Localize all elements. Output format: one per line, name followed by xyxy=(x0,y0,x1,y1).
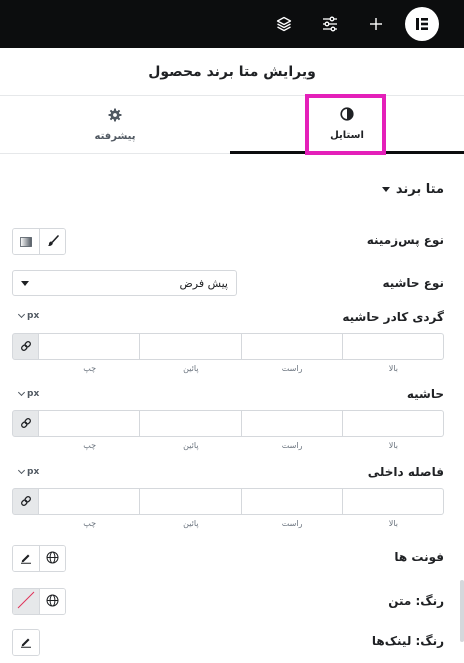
pencil-icon xyxy=(20,633,32,652)
edit-link-color-button[interactable] xyxy=(13,630,39,655)
margin-dim-labels: چپ پائین راست بالا xyxy=(39,441,444,450)
dim-label-right: راست xyxy=(281,519,303,528)
chevron-down-icon xyxy=(17,466,26,475)
link-values-button[interactable] xyxy=(12,333,39,360)
chevron-down-icon xyxy=(17,388,26,397)
half-circle-icon xyxy=(340,106,354,125)
elementor-logo-icon[interactable] xyxy=(405,7,439,41)
radius-right-input[interactable] xyxy=(241,333,343,360)
border-radius-dim-labels: چپ پائین راست بالا xyxy=(39,364,444,373)
caret-down-icon xyxy=(381,187,390,192)
link-icon xyxy=(20,337,32,356)
plus-icon[interactable] xyxy=(364,12,388,36)
border-radius-inputs xyxy=(12,333,444,360)
dim-label-right: راست xyxy=(281,364,303,373)
dim-label-top: بالا xyxy=(388,519,398,528)
border-radius-label: گردی کادر حاشیه xyxy=(342,310,444,324)
radius-top-input[interactable] xyxy=(342,333,444,360)
margin-unit-text: px xyxy=(27,389,40,399)
border-type-select[interactable]: پیش فرض xyxy=(12,270,237,296)
padding-bottom-input[interactable] xyxy=(140,488,242,515)
globe-icon xyxy=(46,592,59,611)
pencil-icon xyxy=(20,549,32,568)
padding-dim-labels: چپ پائین راست بالا xyxy=(39,519,444,528)
text-color-label: رنگ: متن xyxy=(388,594,444,608)
text-color-controls xyxy=(12,588,66,615)
panel-title: ویرایش متا برند محصول xyxy=(148,63,316,80)
border-type-value: پیش فرض xyxy=(179,276,228,290)
dim-label-top: بالا xyxy=(388,441,398,450)
color-swatch-button[interactable] xyxy=(13,589,39,614)
no-color-icon xyxy=(16,590,36,614)
padding-top-input[interactable] xyxy=(342,488,444,515)
fonts-label: فونت ها xyxy=(394,550,444,564)
margin-label: حاشیه xyxy=(406,387,444,401)
globe-icon xyxy=(46,549,59,568)
edit-font-button[interactable] xyxy=(13,546,39,571)
top-bar xyxy=(0,0,464,48)
link-icon xyxy=(20,492,32,511)
link-color-label: رنگ: لینک‌ها xyxy=(371,634,444,648)
panel-tabs: پیشرفته استایل xyxy=(0,96,464,154)
link-color-controls xyxy=(12,629,40,656)
background-type-label: نوع پس‌زمینه xyxy=(366,233,444,247)
padding-unit-text: px xyxy=(27,467,40,477)
global-color-button[interactable] xyxy=(39,589,65,614)
gear-icon xyxy=(108,107,122,126)
margin-unit[interactable]: px xyxy=(17,388,40,399)
dim-label-left: چپ xyxy=(83,519,97,528)
radius-bottom-input[interactable] xyxy=(140,333,242,360)
scrollbar[interactable] xyxy=(460,580,464,642)
link-icon xyxy=(20,414,32,433)
border-radius-unit-text: px xyxy=(27,311,40,321)
tab-style[interactable]: استایل xyxy=(230,96,464,154)
tab-advanced-label: پیشرفته xyxy=(94,131,136,142)
dim-label-bottom: پائین xyxy=(183,441,199,450)
section-title: متا برند xyxy=(395,182,444,197)
layers-icon[interactable] xyxy=(272,12,296,36)
background-type-choices xyxy=(12,228,66,255)
dim-label-top: بالا xyxy=(388,364,398,373)
margin-inputs xyxy=(12,410,444,437)
radius-left-input[interactable] xyxy=(39,333,141,360)
dim-label-right: راست xyxy=(281,441,303,450)
dim-label-bottom: پائین xyxy=(183,364,199,373)
dim-label-bottom: پائین xyxy=(183,519,199,528)
margin-top-input[interactable] xyxy=(342,410,444,437)
brush-icon xyxy=(47,232,59,251)
padding-right-input[interactable] xyxy=(241,488,343,515)
link-values-button[interactable] xyxy=(12,488,39,515)
fonts-controls xyxy=(12,545,66,572)
margin-left-input[interactable] xyxy=(39,410,141,437)
panel-header: ویرایش متا برند محصول xyxy=(0,48,464,96)
dropdown-arrow-icon xyxy=(21,280,29,286)
border-type-label: نوع حاشیه xyxy=(382,276,444,290)
section-toggle[interactable]: متا برند xyxy=(381,182,444,197)
global-font-button[interactable] xyxy=(39,546,65,571)
link-values-button[interactable] xyxy=(12,410,39,437)
padding-unit[interactable]: px xyxy=(17,466,40,477)
brush-option[interactable] xyxy=(39,229,65,254)
chevron-down-icon xyxy=(17,310,26,319)
padding-label: فاصله داخلی xyxy=(367,465,444,479)
margin-right-input[interactable] xyxy=(241,410,343,437)
padding-left-input[interactable] xyxy=(39,488,141,515)
margin-bottom-input[interactable] xyxy=(140,410,242,437)
tab-style-label: استایل xyxy=(330,130,364,141)
sliders-icon[interactable] xyxy=(318,12,342,36)
border-radius-unit[interactable]: px xyxy=(17,310,40,321)
dim-label-left: چپ xyxy=(83,441,97,450)
padding-inputs xyxy=(12,488,444,515)
gradient-option[interactable] xyxy=(13,229,39,254)
tab-advanced[interactable]: پیشرفته xyxy=(0,96,230,154)
dim-label-left: چپ xyxy=(83,364,97,373)
